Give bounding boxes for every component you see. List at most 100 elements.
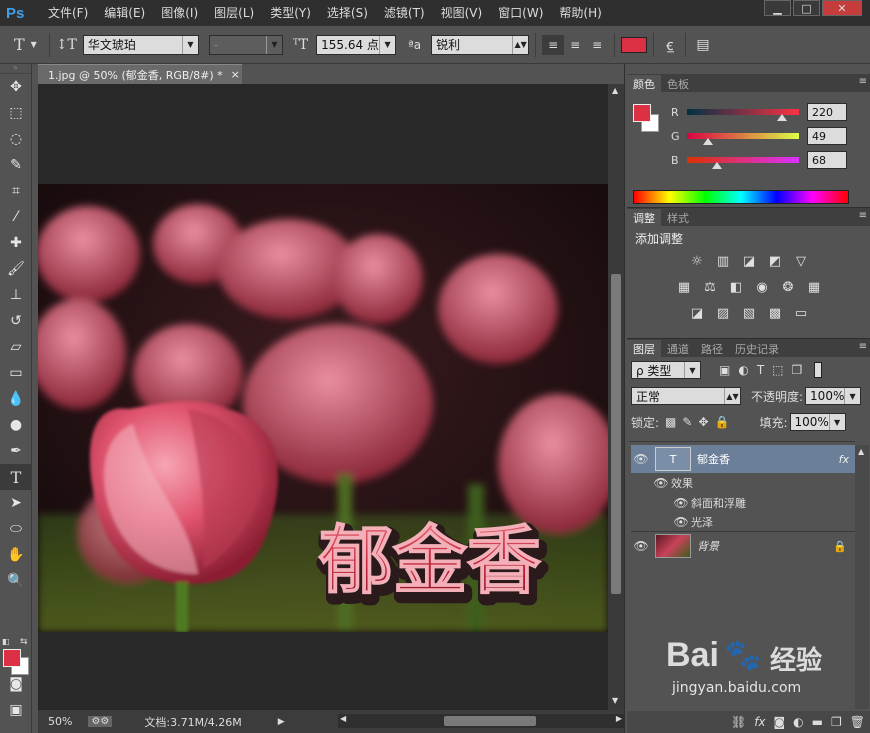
blur-tool-icon[interactable]: 💧: [0, 386, 32, 412]
visibility-eye-icon[interactable]: 👁: [631, 539, 651, 553]
menu-view[interactable]: 视图(V): [433, 0, 491, 26]
font-style-select[interactable]: - ▼: [208, 34, 283, 55]
vibrance-icon[interactable]: ▽: [789, 251, 813, 271]
antialias-select[interactable]: 锐利 ▲▼: [431, 34, 530, 55]
status-icon[interactable]: ⚙⚙: [88, 716, 113, 727]
slider-r-track[interactable]: [687, 109, 799, 121]
foreground-color-swatch[interactable]: [3, 649, 21, 667]
warp-text-icon[interactable]: ꞓ̲: [666, 35, 673, 55]
tab-color[interactable]: 颜色: [627, 75, 661, 92]
value-r[interactable]: 220: [807, 103, 847, 121]
scroll-right-icon[interactable]: ▶: [616, 714, 622, 723]
panel-menu-icon[interactable]: ≡: [859, 76, 867, 87]
pen-tool-icon[interactable]: ✒: [0, 438, 32, 464]
status-menu-arrow-icon[interactable]: ▶: [278, 717, 285, 727]
default-colors-icon[interactable]: ◧: [2, 637, 10, 646]
font-family-select[interactable]: 华文琥珀 ▼: [82, 34, 199, 55]
new-layer-icon[interactable]: ❐: [831, 715, 842, 729]
panel-menu-icon[interactable]: ≡: [859, 210, 867, 221]
lock-transparent-icon[interactable]: ▩: [665, 415, 676, 429]
gradient-map-icon[interactable]: ▭: [789, 303, 813, 323]
selective-color-icon[interactable]: ▩: [763, 303, 787, 323]
hue-saturation-icon[interactable]: ▦: [672, 277, 696, 297]
stamp-tool-icon[interactable]: ⊥: [0, 282, 32, 308]
tab-adjustments[interactable]: 调整: [627, 209, 661, 226]
swap-colors-icon[interactable]: ⇆: [20, 637, 28, 647]
font-size-select[interactable]: 155.64 点 ▼: [316, 34, 397, 55]
menu-image[interactable]: 图像(I): [153, 0, 206, 26]
filter-adjustment-icon[interactable]: ◐: [738, 363, 748, 377]
restore-button[interactable]: □: [793, 0, 820, 16]
color-balance-icon[interactable]: ⚖: [698, 277, 722, 297]
opacity-input[interactable]: 100% ▼: [805, 387, 862, 405]
tab-history[interactable]: 历史记录: [729, 340, 785, 357]
new-group-icon[interactable]: ▬: [812, 715, 823, 729]
screen-mode-icon[interactable]: ▣: [0, 697, 32, 723]
scroll-up-icon[interactable]: ▲: [612, 86, 618, 95]
horizontal-scrollbar[interactable]: ◀ ▶: [338, 714, 624, 728]
align-center-icon[interactable]: ≡: [564, 35, 586, 55]
scroll-down-icon[interactable]: ▼: [612, 696, 618, 705]
filter-type-icon[interactable]: T: [757, 363, 764, 377]
eyedropper-tool-icon[interactable]: ⁄: [0, 204, 32, 230]
curves-icon[interactable]: ◪: [737, 251, 761, 271]
text-orientation-toggle[interactable]: ↕T: [56, 37, 77, 53]
canvas-area[interactable]: 郁金香 郁金香: [38, 84, 608, 710]
tab-styles[interactable]: 样式: [661, 209, 695, 226]
character-panel-icon[interactable]: ▤: [696, 37, 709, 53]
menu-help[interactable]: 帮助(H): [551, 0, 609, 26]
layer-row-text[interactable]: 👁 T 郁金香 fx: [631, 445, 855, 473]
menu-layer[interactable]: 图层(L): [206, 0, 262, 26]
slider-g-thumb[interactable]: [703, 138, 713, 145]
brightness-icon[interactable]: ☼: [685, 251, 709, 271]
layer-filter-select[interactable]: ρ 类型 ▼: [631, 361, 701, 379]
slider-r-thumb[interactable]: [777, 114, 787, 121]
effect-row-bevel[interactable]: 👁 斜面和浮雕: [631, 493, 855, 512]
quick-mask-icon[interactable]: ◙: [0, 671, 32, 697]
slider-b-track[interactable]: [687, 157, 799, 169]
filter-smart-icon[interactable]: ❐: [792, 363, 803, 377]
menu-edit[interactable]: 编辑(E): [96, 0, 153, 26]
text-color-swatch[interactable]: [621, 36, 648, 53]
type-tool-icon[interactable]: T: [0, 464, 32, 490]
close-icon[interactable]: ×: [231, 68, 240, 81]
menu-file[interactable]: 文件(F): [40, 0, 96, 26]
photo-filter-icon[interactable]: ◉: [750, 277, 774, 297]
close-button[interactable]: ✕: [822, 0, 862, 16]
ellipse-tool-icon[interactable]: ⬭: [0, 516, 32, 542]
brush-tool-icon[interactable]: 🖌: [0, 256, 32, 282]
tab-paths[interactable]: 路径: [695, 340, 729, 357]
tab-channels[interactable]: 通道: [661, 340, 695, 357]
visibility-eye-icon[interactable]: 👁: [671, 515, 691, 529]
color-lookup-icon[interactable]: ▦: [802, 277, 826, 297]
vertical-scrollbar[interactable]: ▲ ▼: [608, 84, 624, 710]
effect-row-satin[interactable]: 👁 光泽: [631, 512, 855, 531]
history-brush-tool-icon[interactable]: ↺: [0, 308, 32, 334]
gradient-tool-icon[interactable]: ▭: [0, 360, 32, 386]
add-style-icon[interactable]: fx: [754, 715, 765, 729]
delete-layer-icon[interactable]: 🗑: [850, 715, 865, 729]
align-left-icon[interactable]: ≡: [542, 34, 565, 55]
align-right-icon[interactable]: ≡: [586, 35, 608, 55]
toolbox-grip[interactable]: »: [0, 64, 31, 74]
value-g[interactable]: 49: [807, 127, 847, 145]
layer-name[interactable]: 郁金香: [697, 451, 730, 467]
slider-g-track[interactable]: [687, 133, 799, 145]
menu-filter[interactable]: 滤镜(T): [376, 0, 433, 26]
levels-icon[interactable]: ▥: [711, 251, 735, 271]
fx-icon[interactable]: fx: [839, 453, 849, 466]
vertical-scroll-thumb[interactable]: [611, 274, 621, 594]
fill-input[interactable]: 100% ▼: [789, 413, 846, 431]
panel-menu-icon[interactable]: ≡: [859, 341, 867, 352]
add-mask-icon[interactable]: ◙: [774, 715, 786, 729]
zoom-level[interactable]: 50%: [48, 715, 72, 728]
zoom-tool-icon[interactable]: 🔍: [0, 568, 32, 594]
blend-mode-select[interactable]: 正常 ▲▼: [631, 387, 741, 405]
layer-effects-row[interactable]: 👁 效果: [631, 473, 855, 493]
visibility-eye-icon[interactable]: 👁: [671, 496, 691, 510]
document-tab[interactable]: 1.jpg @ 50% (郁金香, RGB/8#) * ×: [38, 64, 242, 84]
move-tool-icon[interactable]: ✥: [0, 74, 32, 100]
filter-pixel-icon[interactable]: ▣: [719, 363, 730, 377]
exposure-icon[interactable]: ◩: [763, 251, 787, 271]
black-white-icon[interactable]: ◧: [724, 277, 748, 297]
